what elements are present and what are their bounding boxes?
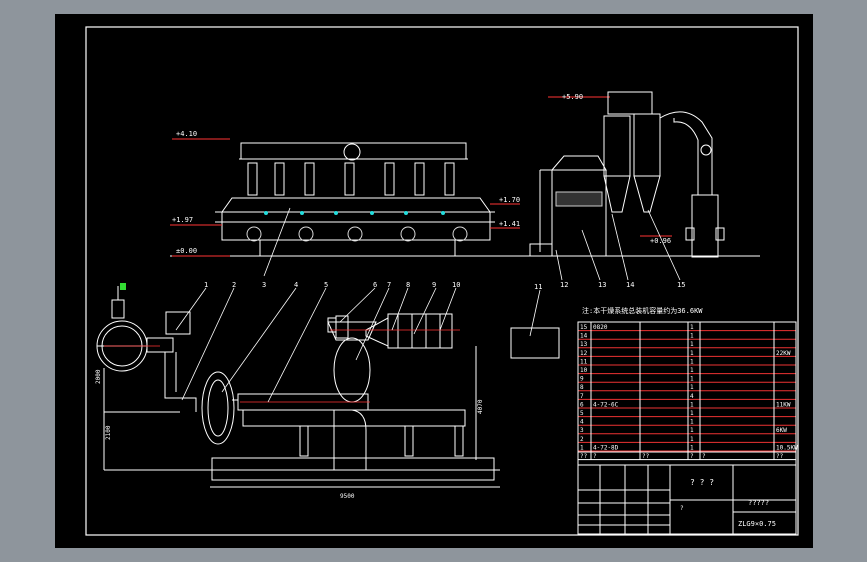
table-row-spec: 22KW [776, 350, 791, 357]
svg-text:9500: 9500 [340, 493, 355, 500]
svg-text:+1.70: +1.70 [499, 196, 520, 204]
svg-text:15: 15 [677, 281, 685, 289]
svg-text:2100: 2100 [105, 425, 112, 440]
table-row-no: 9 [580, 376, 584, 383]
table-row-qty: 1 [690, 436, 694, 443]
table-row-qty: 1 [690, 419, 694, 426]
svg-text:1: 1 [204, 281, 208, 289]
svg-text:3: 3 [262, 281, 266, 289]
table-row-qty: 1 [690, 341, 694, 348]
table-header-cell: ?? [642, 453, 650, 460]
title-drawing-name: ????? [748, 499, 769, 507]
table-row-code: 4-72-8D [593, 444, 619, 451]
table-row-qty: 1 [690, 427, 694, 434]
table-row-spec: 6KW [776, 427, 787, 434]
table-row-qty: 1 [690, 333, 694, 340]
title-company: ? ? ? [690, 478, 714, 487]
table-row-qty: 4 [690, 393, 694, 400]
table-row-no: 12 [580, 350, 588, 357]
svg-text:+4.10: +4.10 [176, 130, 197, 138]
table-row-qty: 1 [690, 444, 694, 451]
system-note: 注:本干燥系统总装机容量约为36.6KW [582, 306, 703, 315]
table-header-cell: ? [593, 453, 597, 460]
table-header-cell: ?? [580, 453, 588, 460]
table-row-no: 4 [580, 419, 584, 426]
svg-text:±0.00: ±0.00 [176, 247, 197, 255]
table-row-qty: 1 [690, 401, 694, 408]
table-row-no: 2 [580, 436, 584, 443]
table-row-qty: 1 [690, 410, 694, 417]
cad-drawing-canvas: +4.10 +1.97 ±0.00 +1.70 +1.41 +5.90 +0.9… [55, 14, 813, 548]
table-row-qty: 1 [690, 367, 694, 374]
svg-text:10: 10 [452, 281, 460, 289]
table-row-no: 15 [580, 324, 588, 331]
svg-text:2000: 2000 [95, 369, 102, 384]
title-scale: ? [680, 505, 684, 512]
table-row-spec: 11KW [776, 401, 791, 408]
table-header-cell: ?? [776, 453, 784, 460]
svg-text:2: 2 [232, 281, 236, 289]
table-row-qty: 1 [690, 384, 694, 391]
table-row-qty: 1 [690, 350, 694, 357]
svg-text:4070: 4070 [477, 399, 484, 414]
table-row-no: 6 [580, 401, 584, 408]
table-row-no: 14 [580, 333, 588, 340]
table-row-qty: 1 [690, 324, 694, 331]
svg-text:+1.97: +1.97 [172, 216, 193, 224]
svg-text:+5.90: +5.90 [562, 93, 583, 101]
svg-text:7: 7 [387, 281, 391, 289]
table-row-no: 8 [580, 384, 584, 391]
table-row-spec: 10.5KW [776, 444, 798, 451]
svg-text:13: 13 [598, 281, 606, 289]
svg-text:4: 4 [294, 281, 298, 289]
svg-text:8: 8 [406, 281, 410, 289]
table-row-no: 10 [580, 367, 588, 374]
table-header-cell: ? [702, 453, 706, 460]
svg-text:+1.41: +1.41 [499, 220, 520, 228]
svg-text:5: 5 [324, 281, 328, 289]
svg-text:11: 11 [534, 283, 542, 291]
plan-motor-markers [120, 283, 126, 290]
table-row-no: 1 [580, 444, 584, 451]
table-row-qty: 1 [690, 358, 694, 365]
svg-text:9: 9 [432, 281, 436, 289]
table-row-no: 3 [580, 427, 584, 434]
title-drawing-no: ZLG9×0.75 [738, 520, 776, 528]
table-row-no: 7 [580, 393, 584, 400]
table-row-no: 13 [580, 341, 588, 348]
table-header-cell: ? [690, 453, 694, 460]
svg-text:6: 6 [373, 281, 377, 289]
table-row-qty: 1 [690, 376, 694, 383]
table-row-no: 11 [580, 358, 588, 365]
table-row-code: 4-72-6C [593, 401, 619, 408]
table-row-code: 0820 [593, 324, 608, 331]
svg-text:14: 14 [626, 281, 634, 289]
table-row-no: 5 [580, 410, 584, 417]
svg-text:12: 12 [560, 281, 568, 289]
